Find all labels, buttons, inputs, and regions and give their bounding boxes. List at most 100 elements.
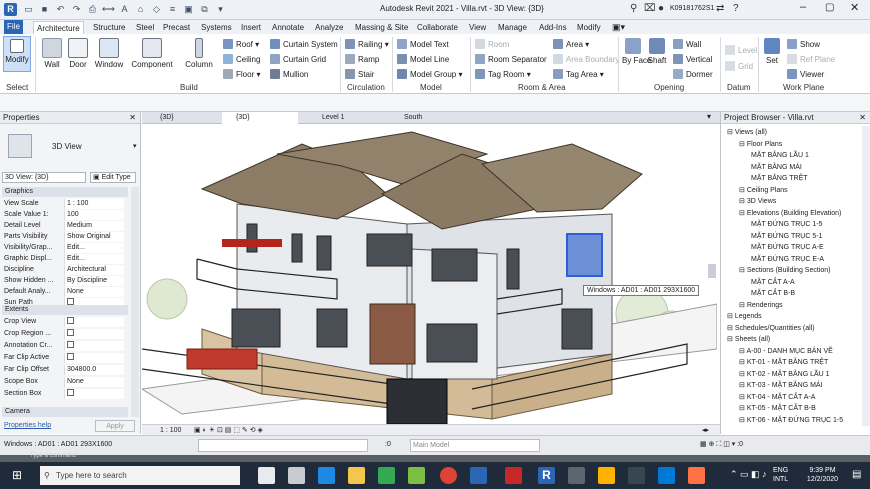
search-icon[interactable]: ⚲	[630, 3, 637, 14]
property-row[interactable]: Default Analy... None	[2, 287, 128, 297]
checkbox[interactable]	[67, 298, 74, 305]
mullion-button[interactable]: Mullion	[270, 68, 308, 81]
property-value[interactable]	[64, 389, 124, 399]
revit-icon[interactable]: R	[538, 467, 555, 484]
browser-node[interactable]: ⊟ Elevations (Building Elevation)	[739, 209, 841, 218]
properties-help-link[interactable]: Properties help	[4, 422, 51, 429]
browser-node[interactable]: MẶT ĐỨNG TRỤC 1-5	[751, 220, 822, 229]
tab-precast[interactable]: Precast	[160, 21, 193, 34]
browser-node[interactable]: ⊟ KT-02 - MẶT BẰNG LẦU 1	[739, 370, 830, 379]
app-icon[interactable]	[408, 467, 425, 484]
browser-node[interactable]: ⊟ Schedules/Quantities (all)	[727, 324, 815, 333]
thin-lines-icon[interactable]: ≡	[166, 3, 179, 16]
property-value[interactable]: Architectural	[64, 265, 124, 275]
close-hidden-icon[interactable]: ▣	[182, 3, 195, 16]
shaft-button[interactable]: Shaft	[646, 38, 668, 65]
ribbon-toggle-icon[interactable]: ▣▾	[612, 22, 625, 33]
expand-icon[interactable]: ⊟	[727, 336, 735, 343]
tab-3d-1[interactable]: {3D}	[146, 112, 218, 124]
scrollbar[interactable]	[708, 264, 716, 278]
window-button[interactable]: Window	[94, 38, 124, 69]
view-selector[interactable]: 3D View: {3D}	[2, 172, 86, 183]
property-value[interactable]: 304800.0	[64, 365, 124, 375]
tab-view[interactable]: View	[466, 21, 489, 34]
property-value[interactable]	[64, 317, 124, 327]
task-view-icon[interactable]	[288, 467, 305, 484]
property-value[interactable]	[64, 341, 124, 351]
component-button[interactable]: Component	[130, 38, 174, 69]
browser-node[interactable]: ⊟ KT-06 - MẶT ĐỨNG TRỤC 1-5	[739, 416, 843, 425]
viewer-button[interactable]: Viewer	[787, 68, 824, 81]
tab-file[interactable]: File	[4, 20, 23, 34]
expand-icon[interactable]: ⊟	[739, 141, 747, 148]
property-value[interactable]: Edit...	[64, 254, 124, 264]
show-button[interactable]: Show	[787, 38, 820, 51]
tab-annotate[interactable]: Annotate	[269, 21, 307, 34]
tab-analyze[interactable]: Analyze	[312, 21, 346, 34]
property-row[interactable]: Crop Region ...	[2, 329, 128, 339]
share-icon[interactable]: ⇄	[716, 3, 724, 14]
checkbox[interactable]	[67, 389, 74, 396]
customize-toolbar-icon[interactable]: ▾	[214, 3, 227, 16]
property-value[interactable]	[64, 353, 124, 363]
open-icon[interactable]: ▭	[22, 3, 35, 16]
area-boundary-button[interactable]: Area Boundary	[553, 53, 619, 66]
tab-systems[interactable]: Systems	[198, 21, 235, 34]
floor-button[interactable]: Floor ▾	[223, 68, 260, 81]
browser-node[interactable]: MẶT BẰNG LẦU 1	[751, 151, 809, 160]
stair-button[interactable]: Stair	[345, 68, 374, 81]
browser-node[interactable]: ⊟ Ceiling Plans	[739, 186, 788, 195]
browser-node[interactable]: ⊟ KT-05 - MẶT CẮT B-B	[739, 404, 816, 413]
property-row[interactable]: Show Hidden ... By Discipline	[2, 276, 128, 286]
tab-architecture[interactable]: Architecture	[33, 21, 84, 34]
3d-viewport[interactable]: Windows : AD01 : AD01 293X1600	[142, 124, 717, 424]
save-icon[interactable]: ■	[38, 3, 51, 16]
expand-icon[interactable]: ⊟	[739, 371, 747, 378]
room-button[interactable]: Room	[475, 38, 509, 51]
ceiling-button[interactable]: Ceiling	[223, 53, 260, 66]
app-icon[interactable]	[688, 467, 705, 484]
clock[interactable]: 9:39 PM 12/2/2020	[800, 466, 845, 484]
set-button[interactable]: Set	[762, 38, 782, 65]
user-icon[interactable]: ●	[658, 3, 664, 14]
minimize-icon[interactable]: –	[800, 1, 806, 13]
start-icon[interactable]: ⊞	[12, 467, 29, 484]
wall-opening-button[interactable]: Wall	[673, 38, 701, 51]
tab-massing-site[interactable]: Massing & Site	[352, 21, 411, 34]
level-button[interactable]: Level	[725, 44, 757, 57]
property-value[interactable]: None	[64, 377, 124, 387]
room-separator-button[interactable]: Room Separator	[475, 53, 547, 66]
expand-icon[interactable]: ⊟	[739, 187, 747, 194]
selection-filter-icons[interactable]: ▦ ⊕ ⛶ ◫ ▾ :0	[700, 440, 743, 449]
expand-icon[interactable]: ⊟	[739, 210, 747, 217]
property-row[interactable]: Far Clip Offset 304800.0	[2, 365, 128, 375]
app-icon[interactable]	[470, 467, 487, 484]
edit-type-button[interactable]: ▣ Edit Type	[90, 172, 136, 183]
model-line-button[interactable]: Model Line	[397, 53, 449, 66]
railing-button[interactable]: Railing ▾	[345, 38, 389, 51]
browser-node[interactable]: ⊟ Legends	[727, 312, 762, 321]
door-button[interactable]: Door	[66, 38, 90, 69]
browser-node[interactable]: ⊟ 3D Views	[739, 197, 776, 206]
ramp-button[interactable]: Ramp	[345, 53, 379, 66]
expand-icon[interactable]: ⊟	[739, 302, 747, 309]
browser-node[interactable]: ⊟ Sections (Building Section)	[739, 266, 830, 275]
modify-button[interactable]: Modify	[3, 36, 31, 72]
wall-button[interactable]: Wall	[40, 38, 64, 69]
checkbox[interactable]	[67, 329, 74, 336]
revit-logo[interactable]: R	[4, 3, 17, 16]
property-row[interactable]: Detail Level Medium	[2, 221, 128, 231]
text-icon[interactable]: A	[118, 3, 131, 16]
design-option-field[interactable]: Main Model	[410, 439, 540, 452]
property-row[interactable]: Visibility/Grap... Edit...	[2, 243, 128, 253]
browser-node[interactable]: MẶT ĐỨNG TRỤC 5-1	[751, 232, 822, 241]
browser-node[interactable]: MẶT ĐỨNG TRỤC A-E	[751, 243, 824, 252]
property-row[interactable]: Graphic Displ... Edit...	[2, 254, 128, 264]
chrome-icon[interactable]	[440, 467, 457, 484]
expand-icon[interactable]: ⊟	[739, 267, 747, 274]
selected-window[interactable]	[566, 233, 603, 277]
select-panel-label[interactable]: Select	[6, 83, 28, 92]
property-value[interactable]: 1 : 100	[64, 199, 124, 209]
property-value[interactable]: Edit...	[64, 243, 124, 253]
tab-structure[interactable]: Structure	[90, 21, 128, 34]
